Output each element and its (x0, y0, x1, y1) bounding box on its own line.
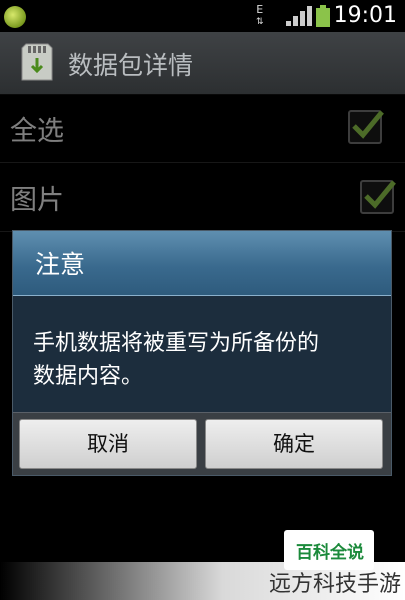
ok-button[interactable]: 确定 (205, 419, 383, 469)
app-notification-icon (4, 6, 26, 28)
confirm-dialog: 注意 手机数据将被重写为所备份的 数据内容。 取消 确定 (12, 230, 392, 476)
battery-icon (316, 5, 330, 27)
watermark-badge-text: 百科全说 (296, 543, 364, 563)
status-bar: E ⇅ 19:01 (0, 0, 405, 32)
dialog-message-line: 手机数据将被重写为所备份的 (33, 331, 320, 356)
dialog-title: 注意 (35, 250, 86, 279)
signal-strength-icon (286, 6, 312, 26)
watermark-site-text: 远方科技手游 (268, 572, 401, 597)
network-type-indicator: E ⇅ (256, 3, 264, 27)
dialog-message-line: 数据内容。 (33, 364, 144, 389)
sd-card-icon (21, 43, 53, 81)
action-bar: 数据包详情 (0, 32, 405, 95)
dialog-button-bar: 取消 确定 (13, 412, 391, 475)
page-title: 数据包详情 (68, 51, 194, 80)
cancel-button[interactable]: 取消 (19, 419, 197, 469)
dialog-message: 手机数据将被重写为所备份的 数据内容。 (33, 327, 378, 393)
dialog-header: 注意 (13, 231, 391, 296)
clock: 19:01 (333, 3, 397, 28)
